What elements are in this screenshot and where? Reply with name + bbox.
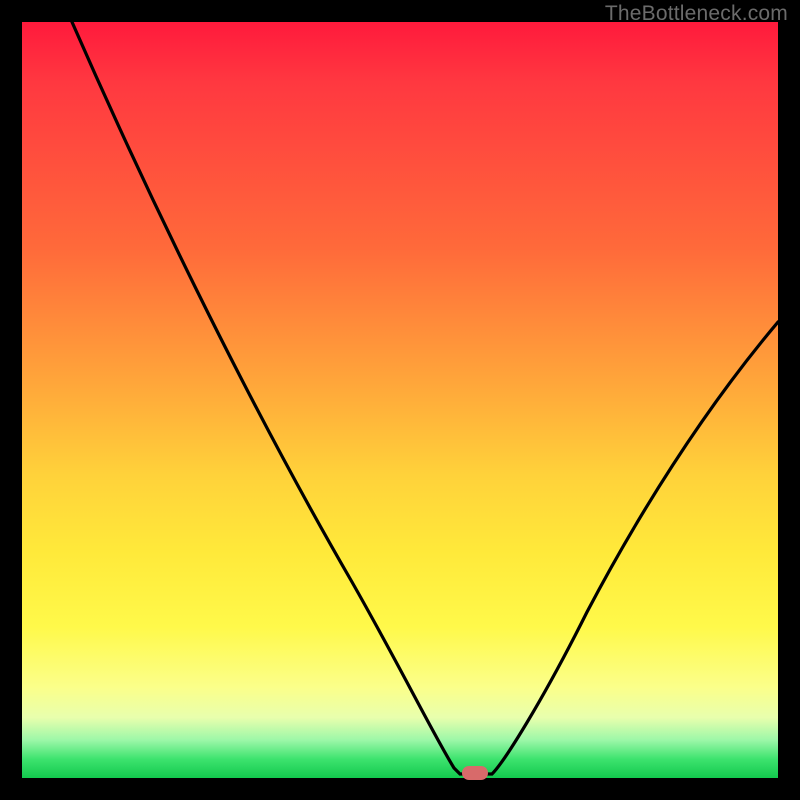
bottleneck-curve [22, 22, 778, 778]
optimal-point-marker [462, 766, 488, 780]
plot-area [22, 22, 778, 778]
chart-frame: TheBottleneck.com [0, 0, 800, 800]
curve-path [72, 22, 778, 774]
watermark-text: TheBottleneck.com [605, 2, 788, 26]
